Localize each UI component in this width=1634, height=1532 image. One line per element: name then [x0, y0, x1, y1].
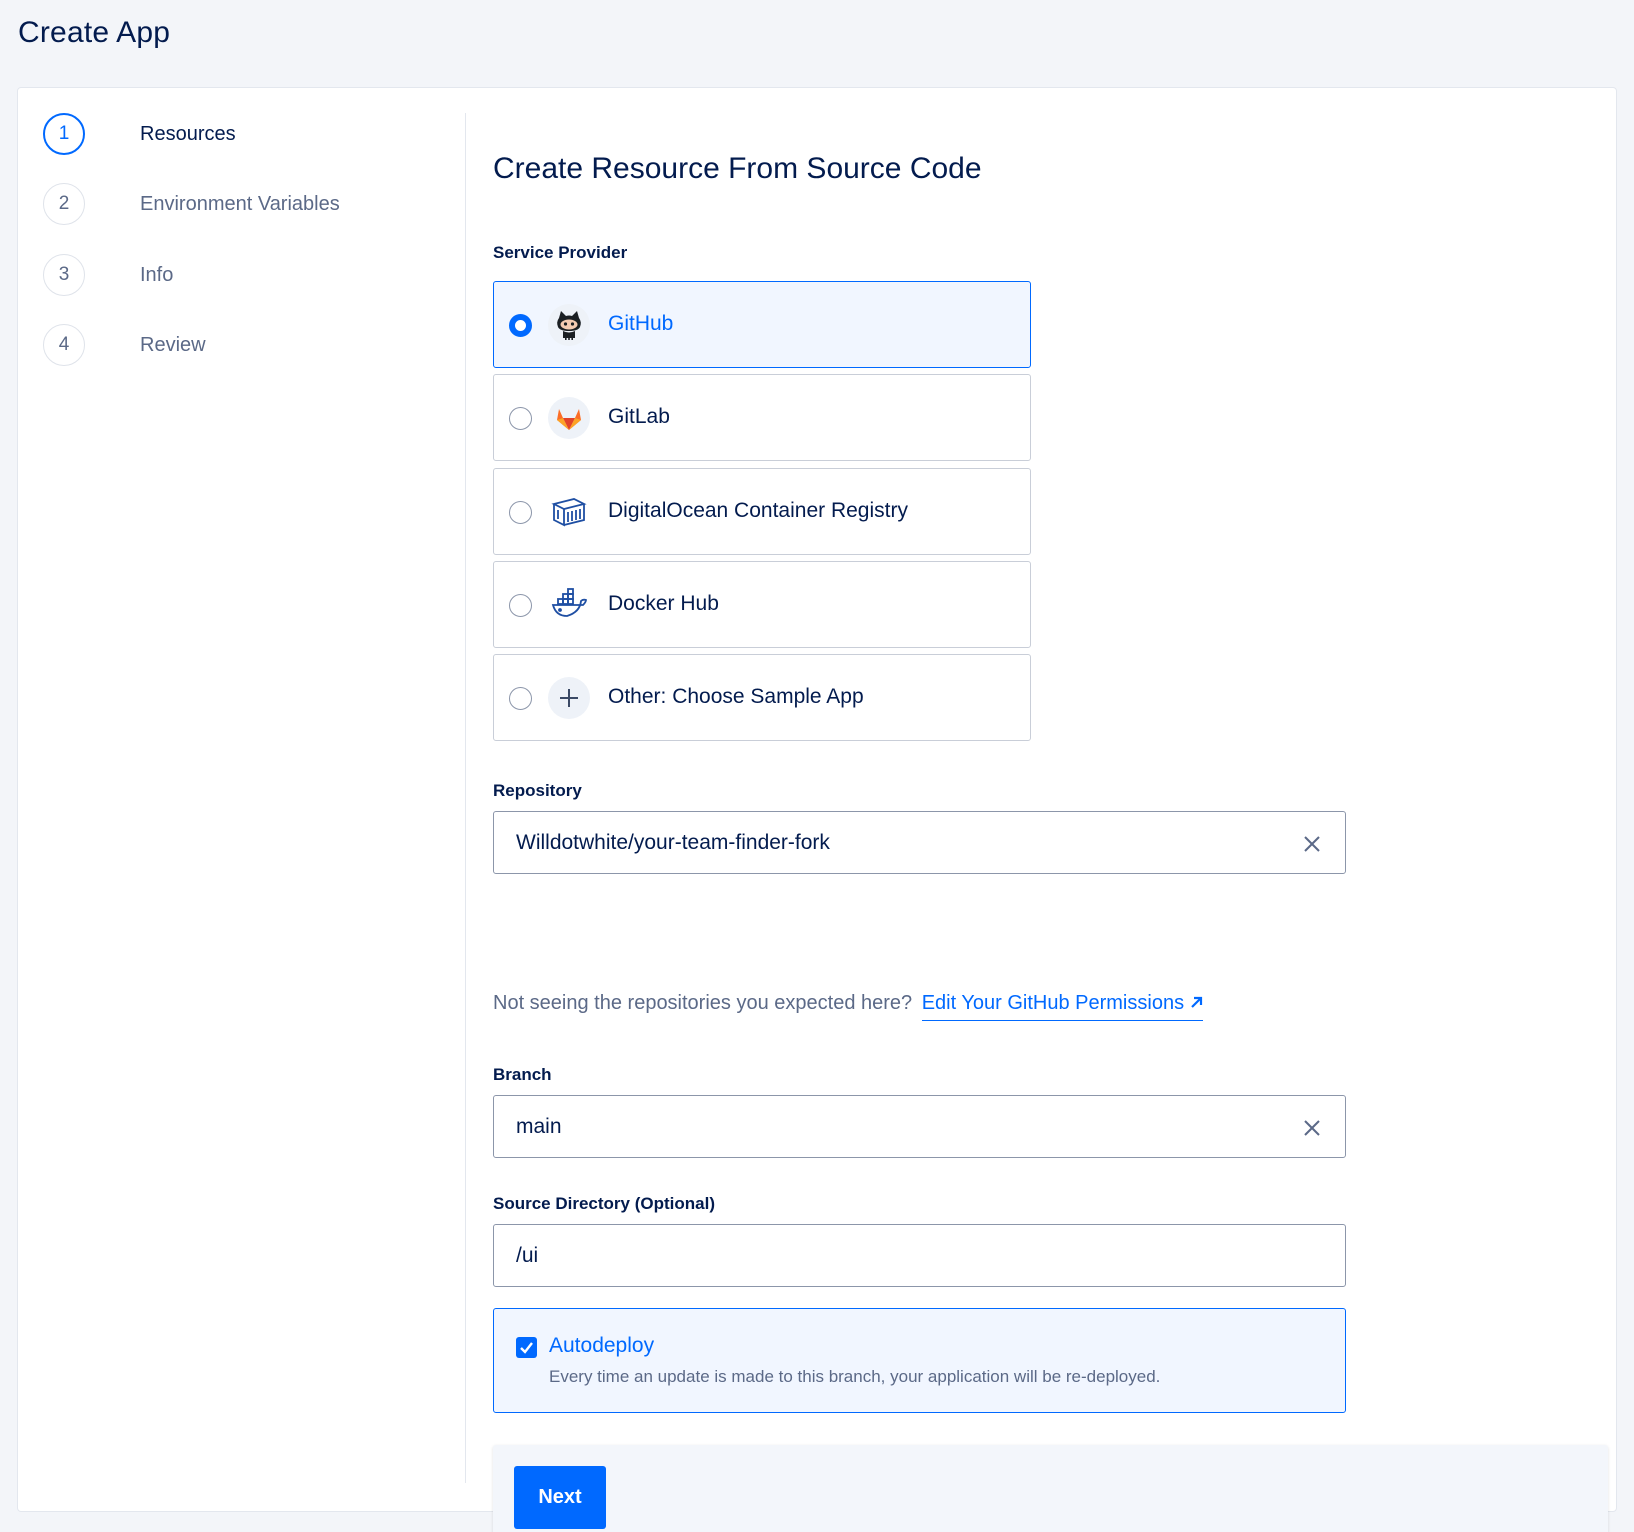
repository-value: Willdotwhite/your-team-finder-fork [516, 831, 830, 854]
provider-label: Other: Choose Sample App [608, 685, 864, 708]
source-directory-input[interactable]: /ui [493, 1224, 1346, 1287]
provider-label: DigitalOcean Container Registry [608, 499, 908, 522]
docker-icon [548, 584, 590, 626]
source-directory-label: Source Directory (Optional) [493, 1194, 715, 1213]
github-icon [548, 304, 590, 346]
step-environment-variables[interactable]: 2 Environment Variables [43, 183, 423, 227]
section-title: Create Resource From Source Code [493, 152, 982, 185]
repository-helper: Not seeing the repositories you expected… [493, 992, 1203, 1021]
step-number: 1 [43, 113, 85, 155]
step-label: Info [140, 264, 174, 286]
source-directory-value: /ui [516, 1244, 539, 1267]
provider-github[interactable]: GitHub [493, 281, 1031, 368]
service-provider-label: Service Provider [493, 243, 628, 262]
gitlab-icon [548, 397, 590, 439]
step-resources[interactable]: 1 Resources [43, 113, 423, 157]
step-number: 4 [43, 324, 85, 366]
autodeploy-description: Every time an update is made to this bra… [549, 1367, 1161, 1386]
step-label: Environment Variables [140, 193, 340, 215]
next-button[interactable]: Next [514, 1466, 606, 1529]
divider [465, 113, 466, 1483]
provider-label: Docker Hub [608, 592, 719, 615]
provider-docker-hub[interactable]: Docker Hub [493, 561, 1031, 648]
plus-icon [548, 677, 590, 719]
repository-label: Repository [493, 781, 582, 800]
step-label: Resources [140, 123, 236, 145]
helper-text: Not seeing the repositories you expected… [493, 992, 913, 1014]
provider-gitlab[interactable]: GitLab [493, 374, 1031, 461]
page-title: Create App [18, 16, 171, 49]
autodeploy-title: Autodeploy [549, 1334, 655, 1357]
autodeploy-option[interactable]: Autodeploy Every time an update is made … [493, 1308, 1346, 1413]
provider-container-registry[interactable]: DigitalOcean Container Registry [493, 468, 1031, 555]
step-info[interactable]: 3 Info [43, 254, 423, 298]
create-app-card: 1 Resources 2 Environment Variables 3 In… [17, 87, 1617, 1532]
step-number: 2 [43, 183, 85, 225]
repository-select[interactable]: Willdotwhite/your-team-finder-fork [493, 811, 1346, 874]
radio-button[interactable] [509, 407, 532, 430]
edit-github-permissions-link[interactable]: Edit Your GitHub Permissions [921, 992, 1203, 1021]
provider-label: GitHub [608, 312, 674, 335]
step-label: Review [140, 334, 206, 356]
step-number: 3 [43, 254, 85, 296]
branch-value: main [516, 1115, 562, 1138]
provider-other-sample-app[interactable]: Other: Choose Sample App [493, 654, 1031, 741]
provider-label: GitLab [608, 405, 670, 428]
autodeploy-checkbox[interactable] [516, 1337, 537, 1358]
container-registry-icon [548, 491, 590, 533]
branch-label: Branch [493, 1065, 552, 1084]
branch-select[interactable]: main [493, 1095, 1346, 1158]
radio-button[interactable] [509, 687, 532, 710]
checkmark-icon [520, 1342, 533, 1354]
radio-button[interactable] [509, 501, 532, 524]
footer-bar: Next [493, 1445, 1608, 1532]
radio-button[interactable] [509, 594, 532, 617]
step-review[interactable]: 4 Review [43, 324, 423, 368]
clear-icon[interactable] [1301, 833, 1323, 855]
external-link-icon [1190, 996, 1202, 1008]
radio-button[interactable] [509, 314, 532, 337]
clear-icon[interactable] [1301, 1117, 1323, 1139]
